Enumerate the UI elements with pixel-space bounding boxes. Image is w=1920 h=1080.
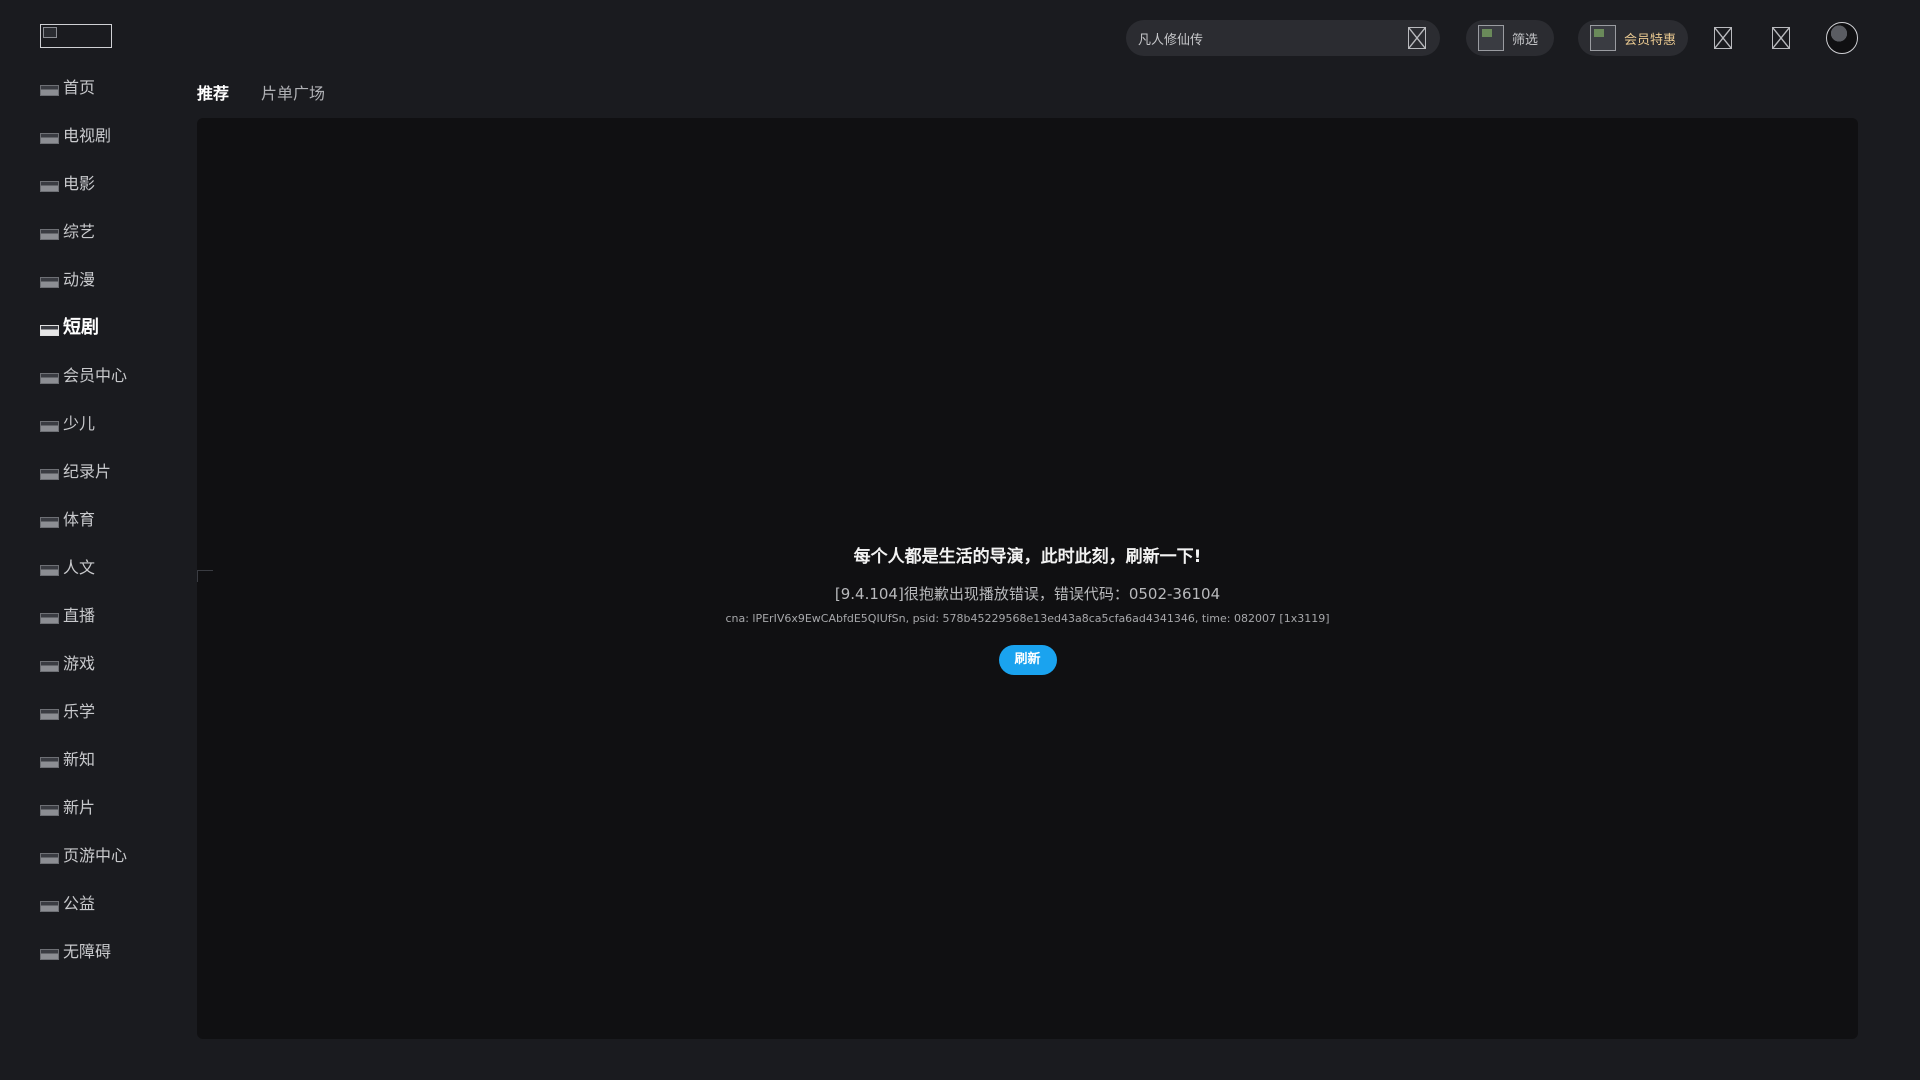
sidebar-item-label: 首页 [63,78,96,97]
sidebar-item-label: 无障碍 [63,942,112,961]
anime-icon [40,276,59,288]
vip-icon [1590,25,1616,51]
sidebar-nav: 首页 电视剧 电影 综艺 动漫 短剧 会员中心 少儿 纪录片 体育 人文 直播 … [40,62,190,974]
filter-icon [1478,25,1504,51]
sidebar-item-label: 公益 [63,894,96,913]
vip-label: 会员特惠 [1624,32,1677,48]
games-icon [40,660,59,672]
sidebar-item-label: 体育 [63,510,96,529]
error-title: 每个人都是生活的导演，此时此刻，刷新一下! [853,547,1202,567]
tab-recommend[interactable]: 推荐 [197,80,229,104]
sidebar-item-documentary[interactable]: 纪录片 [40,446,190,494]
knowledge-icon [40,756,59,768]
download-icon[interactable] [1772,27,1790,49]
humanities-icon [40,564,59,576]
live-icon [40,612,59,624]
charity-icon [40,900,59,912]
sidebar-item-label: 直播 [63,606,96,625]
history-icon[interactable] [1714,27,1732,49]
sidebar-item-label: 人文 [63,558,96,577]
sidebar-item-home[interactable]: 首页 [40,62,190,110]
vip-offer-button[interactable]: 会员特惠 [1578,20,1688,56]
sidebar-item-variety[interactable]: 综艺 [40,206,190,254]
user-avatar[interactable] [1826,22,1858,54]
sidebar-item-label: 动漫 [63,270,96,289]
sidebar-item-new-releases[interactable]: 新片 [40,782,190,830]
sidebar-item-web-games[interactable]: 页游中心 [40,830,190,878]
video-player[interactable]: 每个人都是生活的导演，此时此刻，刷新一下! [9.4.104]很抱歉出现播放错误… [197,118,1858,1039]
logo-image-icon [43,27,57,38]
sidebar-item-short-drama[interactable]: 短剧 [40,302,190,350]
variety-icon [40,228,59,240]
sidebar-item-label: 纪录片 [63,462,112,481]
sidebar-item-anime[interactable]: 动漫 [40,254,190,302]
error-detail: cna: lPErIV6x9EwCAbfdE5QIUfSn, psid: 578… [725,612,1330,625]
tv-icon [40,132,59,144]
sidebar-item-label: 综艺 [63,222,96,241]
search-bar[interactable] [1126,20,1440,56]
error-message: [9.4.104]很抱歉出现播放错误，错误代码：0502-36104 [834,585,1221,603]
search-icon[interactable] [1408,27,1426,49]
refresh-button[interactable]: 刷新 [998,645,1057,675]
filter-label: 筛选 [1512,32,1539,48]
sidebar-item-vip-center[interactable]: 会员中心 [40,350,190,398]
sidebar-item-label: 会员中心 [63,366,128,385]
sidebar-item-label: 新知 [63,750,96,769]
error-panel: 每个人都是生活的导演，此时此刻，刷新一下! [9.4.104]很抱歉出现播放错误… [197,542,1858,675]
kids-icon [40,420,59,432]
sidebar-item-humanities[interactable]: 人文 [40,542,190,590]
short-drama-icon [40,324,59,336]
web-games-icon [40,852,59,864]
sidebar-item-movie[interactable]: 电影 [40,158,190,206]
search-input[interactable] [1138,30,1388,46]
sidebar-item-kids[interactable]: 少儿 [40,398,190,446]
sidebar-item-label: 页游中心 [63,846,128,865]
vip-center-icon [40,372,59,384]
accessibility-icon [40,948,59,960]
sidebar-item-label: 电视剧 [63,126,112,145]
sidebar-item-label: 游戏 [63,654,96,673]
sidebar-item-learning[interactable]: 乐学 [40,686,190,734]
filter-button[interactable]: 筛选 [1466,20,1554,56]
new-releases-icon [40,804,59,816]
home-icon [40,84,59,96]
movie-icon [40,180,59,192]
sidebar-item-knowledge[interactable]: 新知 [40,734,190,782]
learning-icon [40,708,59,720]
sidebar-item-label: 新片 [63,798,96,817]
sidebar-item-label: 少儿 [63,414,96,433]
sidebar-item-charity[interactable]: 公益 [40,878,190,926]
sidebar-item-label: 短剧 [63,317,99,338]
documentary-icon [40,468,59,480]
sidebar-item-label: 电影 [63,174,96,193]
sidebar-item-tv[interactable]: 电视剧 [40,110,190,158]
sidebar-item-sports[interactable]: 体育 [40,494,190,542]
sidebar-item-accessibility[interactable]: 无障碍 [40,926,190,974]
sidebar-item-label: 乐学 [63,702,96,721]
tab-playlist-square[interactable]: 片单广场 [261,80,325,104]
sidebar-item-live[interactable]: 直播 [40,590,190,638]
content-tabs: 推荐 片单广场 [197,80,325,104]
site-logo[interactable] [40,24,112,48]
sports-icon [40,516,59,528]
sidebar-item-games[interactable]: 游戏 [40,638,190,686]
